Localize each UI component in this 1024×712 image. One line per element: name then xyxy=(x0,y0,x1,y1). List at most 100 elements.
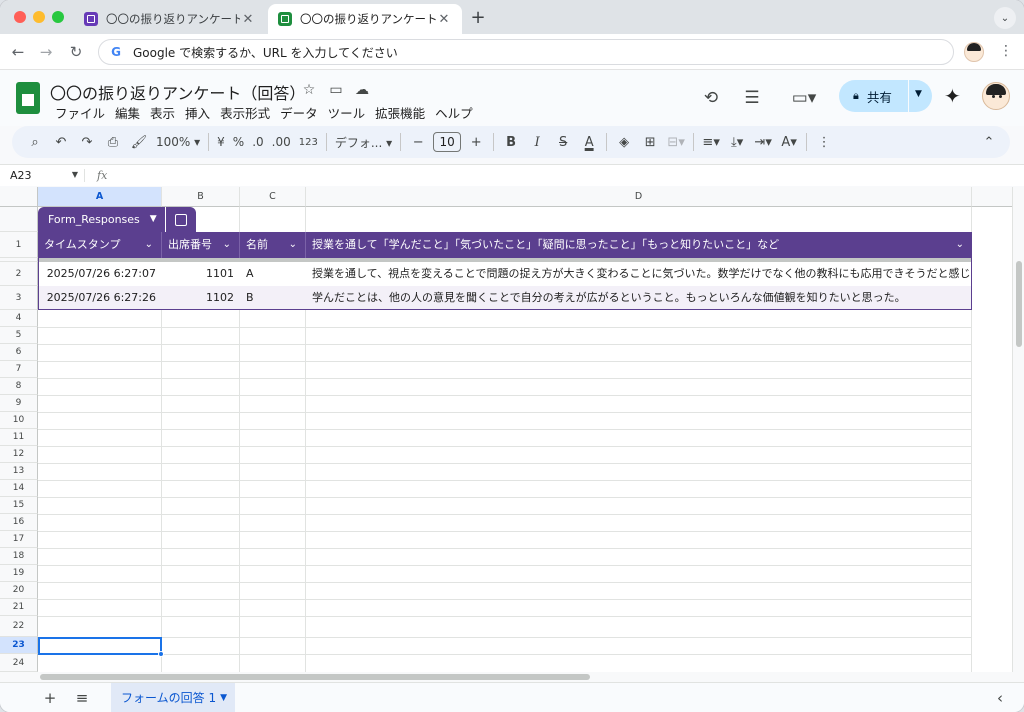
table-header-reflection[interactable]: 授業を通して「学んだこと」「気づいたこと」「疑問に思ったこと」「もっと知りたいこ… xyxy=(306,232,972,258)
align-horizontal-icon[interactable]: ≡▾ xyxy=(698,130,724,154)
row-header[interactable]: 6 xyxy=(0,344,38,361)
row-header[interactable]: 12 xyxy=(0,446,38,463)
row-header[interactable]: 7 xyxy=(0,361,38,378)
number-format-button[interactable]: 123 xyxy=(295,137,322,148)
row-header[interactable]: 3 xyxy=(0,286,38,310)
table-cell[interactable]: 1101 xyxy=(162,262,240,286)
history-icon[interactable]: ⟲ xyxy=(699,86,723,110)
more-options-icon[interactable]: ⋮ xyxy=(811,130,837,154)
redo-icon[interactable]: ↷ xyxy=(74,130,100,154)
chevron-down-icon[interactable]: ⌄ xyxy=(289,232,297,258)
gemini-icon[interactable]: ✦ xyxy=(944,84,961,108)
menu-file[interactable]: ファイル xyxy=(50,103,110,122)
table-cell[interactable]: B xyxy=(240,286,306,310)
chevron-down-icon[interactable]: ⌄ xyxy=(145,232,153,258)
font-size-increase-button[interactable]: + xyxy=(463,130,489,154)
reload-icon[interactable]: ↻ xyxy=(66,42,86,62)
all-sheets-icon[interactable]: ≡ xyxy=(72,688,92,708)
decrease-decimal-button[interactable]: .0 xyxy=(248,135,267,149)
forward-icon[interactable]: → xyxy=(36,42,56,62)
collapse-sidebar-icon[interactable]: ‹ xyxy=(990,688,1010,708)
table-header-timestamp[interactable]: タイムスタンプ ⌄ xyxy=(38,232,162,258)
chevron-down-icon[interactable]: ▼ xyxy=(915,89,922,99)
row-header[interactable]: 21 xyxy=(0,599,38,616)
fill-color-icon[interactable]: ◈ xyxy=(611,130,637,154)
account-avatar[interactable] xyxy=(982,82,1010,110)
tab-search-button[interactable]: ⌄ xyxy=(994,7,1016,29)
row-header[interactable]: 18 xyxy=(0,548,38,565)
close-window-button[interactable] xyxy=(14,11,26,23)
row-header[interactable]: 5 xyxy=(0,327,38,344)
sheet-tab[interactable]: フォームの回答 1 ▼ xyxy=(111,683,235,712)
font-select[interactable]: デフォ... ▾ xyxy=(331,134,396,151)
browser-tab-sheets[interactable]: 〇〇の振り返りアンケート（回答 ✕ xyxy=(268,4,462,34)
table-cell[interactable]: 2025/07/26 6:27:07 xyxy=(38,262,162,286)
menu-format[interactable]: 表示形式 xyxy=(215,103,275,122)
doc-title[interactable]: 〇〇の振り返りアンケート（回答） xyxy=(50,80,305,104)
row-header[interactable]: 23 xyxy=(0,637,38,654)
table-header-seat-number[interactable]: 出席番号 ⌄ xyxy=(162,232,240,258)
row-header[interactable]: 2 xyxy=(0,262,38,286)
table-cell[interactable]: 授業を通して、視点を変えることで問題の捉え方が大きく変わることに気づいた。数学だ… xyxy=(306,262,972,286)
new-tab-button[interactable]: + xyxy=(468,7,488,28)
close-icon[interactable]: ✕ xyxy=(436,12,452,27)
align-vertical-icon[interactable]: ⤓▾ xyxy=(724,130,750,154)
row-header[interactable]: 9 xyxy=(0,395,38,412)
undo-icon[interactable]: ↶ xyxy=(48,130,74,154)
text-color-button[interactable]: A xyxy=(576,130,602,154)
browser-tab-forms[interactable]: 〇〇の振り返りアンケート - Goo ✕ xyxy=(74,4,266,34)
table-name-button[interactable]: Form_Responses ▼ xyxy=(38,207,165,232)
row-header[interactable]: 24 xyxy=(0,654,38,672)
minimize-window-button[interactable] xyxy=(33,11,45,23)
row-header[interactable]: 14 xyxy=(0,480,38,497)
sheets-logo-icon[interactable] xyxy=(16,82,40,114)
text-rotation-icon[interactable]: A▾ xyxy=(776,130,802,154)
menu-tools[interactable]: ツール xyxy=(323,103,371,122)
menu-extensions[interactable]: 拡張機能 xyxy=(370,103,430,122)
share-button[interactable]: 🔒︎ 共有 ▼ xyxy=(839,80,932,112)
print-icon[interactable]: ⎙ xyxy=(100,130,126,154)
row-header[interactable]: 1 xyxy=(0,232,38,258)
chevron-down-icon[interactable]: ⌄ xyxy=(956,232,964,258)
column-header-b[interactable]: B xyxy=(162,187,240,207)
row-header[interactable]: 8 xyxy=(0,378,38,395)
merge-cells-icon[interactable]: ⊟▾ xyxy=(663,130,689,154)
bold-button[interactable]: B xyxy=(498,130,524,154)
menu-help[interactable]: ヘルプ xyxy=(430,103,478,122)
strikethrough-button[interactable]: S xyxy=(550,130,576,154)
column-header-a[interactable]: A xyxy=(38,187,162,207)
back-icon[interactable]: ← xyxy=(8,42,28,62)
row-header[interactable]: 4 xyxy=(0,310,38,327)
percent-button[interactable]: % xyxy=(229,135,248,149)
table-cell[interactable]: 1102 xyxy=(162,286,240,310)
maximize-window-button[interactable] xyxy=(52,11,64,23)
currency-button[interactable]: ¥ xyxy=(213,135,229,149)
formula-input[interactable] xyxy=(114,165,1024,186)
search-icon[interactable]: ⌕ xyxy=(22,130,48,154)
move-folder-icon[interactable]: ▭ xyxy=(327,82,345,98)
add-sheet-button[interactable]: + xyxy=(40,688,60,708)
star-icon[interactable]: ☆ xyxy=(300,82,318,98)
row-header[interactable]: 11 xyxy=(0,429,38,446)
menu-insert[interactable]: 挿入 xyxy=(180,103,215,122)
borders-icon[interactable]: ⊞ xyxy=(637,130,663,154)
address-bar[interactable]: G Google で検索するか、URL を入力してください xyxy=(98,39,954,65)
table-view-icon[interactable] xyxy=(165,207,196,232)
font-size-input[interactable]: 10 xyxy=(433,132,462,152)
menu-view[interactable]: 表示 xyxy=(145,103,180,122)
column-header-d[interactable]: D xyxy=(306,187,972,207)
vertical-scrollbar[interactable] xyxy=(1012,187,1024,672)
menu-edit[interactable]: 編集 xyxy=(110,103,145,122)
menu-data[interactable]: データ xyxy=(275,103,323,122)
increase-decimal-button[interactable]: .00 xyxy=(268,135,295,149)
table-cell[interactable]: 2025/07/26 6:27:26 xyxy=(38,286,162,310)
font-size-decrease-button[interactable]: − xyxy=(405,130,431,154)
chevron-down-icon[interactable]: ⌄ xyxy=(223,232,231,258)
text-wrap-icon[interactable]: ⇥▾ xyxy=(750,130,776,154)
italic-button[interactable]: I xyxy=(524,130,550,154)
row-header[interactable]: 17 xyxy=(0,531,38,548)
row-header[interactable]: 16 xyxy=(0,514,38,531)
active-cell[interactable] xyxy=(38,637,162,655)
name-box[interactable]: A23 ▼ xyxy=(0,169,84,182)
zoom-select[interactable]: 100% ▾ xyxy=(152,135,204,149)
